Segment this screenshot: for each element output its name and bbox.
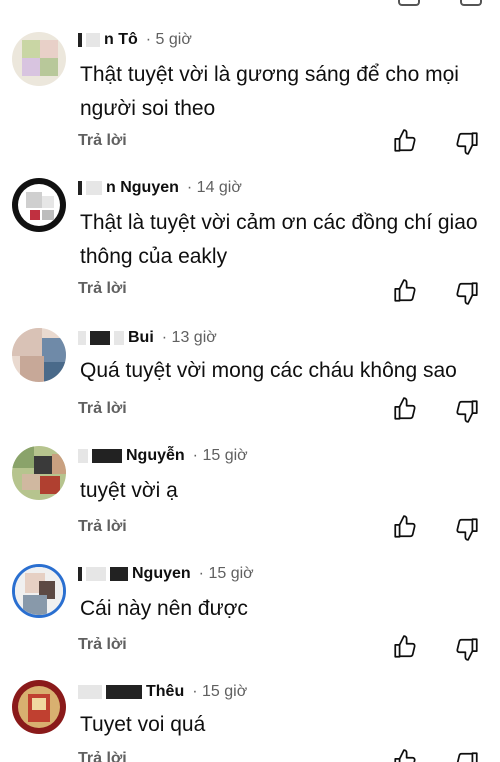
redacted-name — [110, 567, 128, 581]
comment-text: Cái này nên được — [80, 597, 248, 620]
thumbs-down-icon — [456, 132, 478, 155]
thumbs-up-icon — [394, 279, 416, 302]
avatar-pixel — [30, 210, 40, 220]
redacted-name — [90, 331, 110, 345]
dislike-button[interactable] — [454, 398, 480, 424]
dislike-button[interactable] — [454, 636, 480, 662]
avatar[interactable] — [12, 328, 66, 382]
redacted-name — [106, 685, 142, 699]
reply-button[interactable]: Trả lời — [78, 750, 127, 762]
avatar[interactable] — [12, 680, 66, 734]
author-name[interactable]: n Nguyen — [106, 179, 179, 197]
comment-text: Thật tuyệt vời là gương sáng để cho mọi … — [80, 63, 459, 120]
avatar[interactable] — [12, 446, 66, 500]
comment-item: n Nguyen · 14 giờ Thật là tuyệt vời cảm … — [0, 170, 500, 310]
top-strip — [0, 0, 500, 14]
comment-time[interactable]: · 13 giờ — [162, 329, 217, 347]
like-button[interactable] — [392, 514, 418, 540]
avatar-pixel — [26, 192, 42, 208]
redacted-name — [78, 567, 82, 581]
like-button[interactable] — [392, 634, 418, 660]
comment-text: Quá tuyệt vời mong các cháu không sao — [80, 359, 457, 382]
thumbs-up-icon — [394, 635, 416, 658]
dislike-button[interactable] — [454, 130, 480, 156]
redacted-name — [86, 33, 100, 47]
avatar-pixel — [42, 196, 54, 208]
reply-button[interactable]: Trả lời — [78, 400, 127, 418]
like-icon-partial[interactable] — [398, 0, 420, 6]
like-button[interactable] — [392, 128, 418, 154]
thumbs-up-icon — [394, 749, 416, 762]
author-name[interactable]: Thêu — [146, 683, 184, 701]
like-button[interactable] — [392, 396, 418, 422]
thumbs-up-icon — [394, 397, 416, 420]
redacted-name — [92, 449, 122, 463]
dislike-button[interactable] — [454, 280, 480, 306]
dislike-button[interactable] — [454, 516, 480, 542]
comment-time[interactable]: · 14 giờ — [187, 179, 242, 197]
thumbs-up-icon — [394, 515, 416, 538]
redacted-name — [78, 449, 88, 463]
redacted-name — [114, 331, 124, 345]
redacted-name — [86, 181, 102, 195]
author-name[interactable]: Nguyen — [132, 565, 191, 583]
redacted-name — [78, 685, 102, 699]
avatar-pixel — [52, 454, 66, 474]
avatar-pixel — [34, 456, 52, 474]
avatar-pixel — [23, 595, 47, 615]
comment-text: Tuyet voi quá — [80, 713, 206, 736]
redacted-name — [78, 33, 82, 47]
comment-item: n Tô · 5 giờ Thật tuyệt vời là gương sán… — [0, 20, 500, 160]
reply-button[interactable]: Trả lời — [78, 636, 127, 654]
thumbs-down-icon — [456, 752, 478, 762]
comment-text: tuyệt vời ạ — [80, 479, 178, 502]
thumbs-down-icon — [456, 518, 478, 541]
comment-meta: Thêu · 15 giờ — [78, 680, 247, 704]
avatar-pixel — [32, 698, 46, 710]
avatar-pixel — [22, 474, 40, 490]
reply-button[interactable]: Trả lời — [78, 518, 127, 536]
thumbs-down-icon — [456, 400, 478, 423]
avatar-pixel — [22, 58, 40, 76]
comment-meta: Bui · 13 giờ — [78, 326, 217, 350]
comment-meta: n Tô · 5 giờ — [78, 28, 192, 52]
avatar-pixel — [12, 446, 34, 468]
comment-item: Thêu · 15 giờ Tuyet voi quá Trả lời — [0, 674, 500, 762]
comment-meta: n Nguyen · 14 giờ — [78, 176, 242, 200]
redacted-name — [78, 331, 86, 345]
comment-text: Thật là tuyệt vời cảm ơn các đồng chí gi… — [80, 211, 478, 268]
avatar-pixel — [22, 40, 40, 58]
comment-time[interactable]: · 15 giờ — [193, 447, 248, 465]
thumbs-up-icon — [394, 129, 416, 152]
author-name[interactable]: n Tô — [104, 31, 138, 49]
like-button[interactable] — [392, 748, 418, 762]
comment-meta: Nguyễn · 15 giờ — [78, 444, 248, 468]
avatar-pixel — [42, 338, 66, 362]
reply-button[interactable]: Trả lời — [78, 132, 127, 150]
author-name[interactable]: Bui — [128, 329, 154, 347]
comment-time[interactable]: · 15 giờ — [192, 683, 247, 701]
avatar[interactable] — [12, 564, 66, 618]
avatar-pixel — [12, 328, 42, 356]
comment-time[interactable]: · 5 giờ — [146, 31, 192, 49]
dislike-icon-partial[interactable] — [460, 0, 482, 6]
author-name[interactable]: Nguyễn — [126, 447, 185, 465]
redacted-name — [78, 181, 82, 195]
redacted-name — [86, 567, 106, 581]
avatar[interactable] — [12, 178, 66, 232]
avatar-pixel — [40, 476, 60, 494]
thumbs-down-icon — [456, 282, 478, 305]
thumbs-down-icon — [456, 638, 478, 661]
avatar-pixel — [20, 356, 44, 382]
dislike-button[interactable] — [454, 750, 480, 762]
avatar[interactable] — [12, 32, 66, 86]
reply-button[interactable]: Trả lời — [78, 280, 127, 298]
avatar-pixel — [44, 362, 66, 382]
avatar-pixel — [42, 210, 54, 220]
comment-meta: Nguyen · 15 giờ — [78, 562, 254, 586]
like-button[interactable] — [392, 278, 418, 304]
avatar-pixel — [40, 40, 58, 58]
avatar-pixel — [40, 58, 58, 76]
comment-time[interactable]: · 15 giờ — [199, 565, 254, 583]
